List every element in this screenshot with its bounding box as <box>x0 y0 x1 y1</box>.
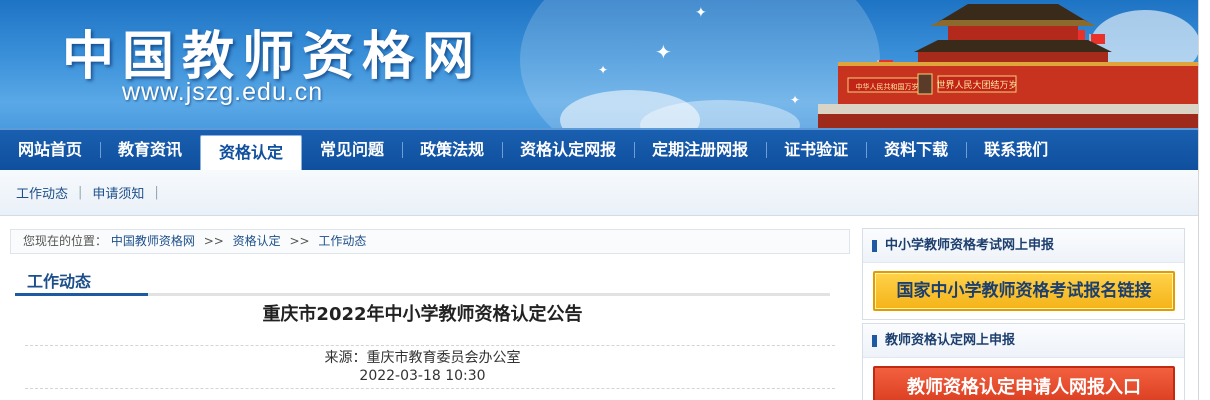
sub-nav: 工作动态 | 申请须知 | <box>0 170 1198 216</box>
sidebar-exam-online-box: 中小学教师资格考试网上申报 国家中小学教师资格考试报名链接 <box>862 228 1185 320</box>
nav-item-downloads[interactable]: 资料下载 <box>866 129 966 171</box>
breadcrumb: 您现在的位置： 中国教师资格网 >> 资格认定 >> 工作动态 <box>10 229 850 254</box>
sidebar-box-heading-text: 教师资格认定网上申报 <box>885 333 1016 348</box>
divider <box>25 388 835 389</box>
section-title: 工作动态 <box>27 272 92 291</box>
article-date: 2022-03-18 10:30 <box>359 368 486 384</box>
nav-item-contact[interactable]: 联系我们 <box>966 129 1066 171</box>
breadcrumb-prefix: 您现在的位置： <box>23 234 108 248</box>
nav-item-policies[interactable]: 政策法规 <box>402 129 502 171</box>
nav-item-home[interactable]: 网站首页 <box>0 129 100 171</box>
star-icon: ✦ <box>598 63 609 77</box>
main-nav: 网站首页 教育资讯 资格认定 常见问题 政策法规 资格认定网报 定期注册网报 证… <box>0 128 1198 171</box>
breadcrumb-separator: >> <box>203 234 224 248</box>
sidebar-box-heading: 教师资格认定网上申报 <box>863 324 1184 358</box>
nav-item-education-news[interactable]: 教育资讯 <box>100 129 200 171</box>
heading-marker-icon <box>872 240 877 252</box>
star-icon: ✦ <box>655 40 672 64</box>
tiananmen-gate-illustration: 世界人民大团结万岁 中华人民共和国万岁 <box>818 4 1198 128</box>
nav-item-certificate-verify[interactable]: 证书验证 <box>766 129 866 171</box>
nav-item-faq[interactable]: 常见问题 <box>302 129 402 171</box>
sidebar-box-heading-text: 中小学教师资格考试网上申报 <box>885 238 1055 253</box>
nav-item-qualification-online[interactable]: 资格认定网报 <box>502 129 634 171</box>
nav-item-qualification[interactable]: 资格认定 <box>200 135 303 171</box>
sidebar-box-heading: 中小学教师资格考试网上申报 <box>863 229 1184 263</box>
nav-item-registration-online[interactable]: 定期注册网报 <box>634 129 766 171</box>
divider <box>25 345 835 346</box>
page-right-edge <box>1198 0 1210 400</box>
breadcrumb-separator: >> <box>289 234 310 248</box>
heading-marker-icon <box>872 335 877 347</box>
breadcrumb-link-home[interactable]: 中国教师资格网 <box>111 234 195 248</box>
svg-text:世界人民大团结万岁: 世界人民大团结万岁 <box>936 79 1017 91</box>
subnav-separator: | <box>154 185 159 200</box>
article-title: 重庆市2022年中小学教师资格认定公告 <box>262 304 583 325</box>
subnav-item-work-news[interactable]: 工作动态 <box>6 183 78 202</box>
qualification-application-entry-button[interactable]: 教师资格认定申请人网报入口 <box>873 366 1175 400</box>
star-icon: ✦ <box>695 5 707 21</box>
svg-text:中华人民共和国万岁: 中华人民共和国万岁 <box>856 82 919 91</box>
section-title-underline <box>15 293 148 296</box>
subnav-item-application-notes[interactable]: 申请须知 <box>82 183 154 202</box>
exam-registration-link-button[interactable]: 国家中小学教师资格考试报名链接 <box>873 271 1175 311</box>
site-banner: 中国教师资格网 www.jszg.edu.cn ✦ ✦ ✦ ✦ 世界人民大团结万… <box>0 0 1198 128</box>
site-url: www.jszg.edu.cn <box>122 78 324 106</box>
article-source: 来源：重庆市教育委员会办公室 <box>324 350 521 366</box>
breadcrumb-link-qualification[interactable]: 资格认定 <box>233 234 281 248</box>
star-icon: ✦ <box>790 93 801 107</box>
sidebar-qualification-online-box: 教师资格认定网上申报 教师资格认定申请人网报入口 <box>862 323 1185 400</box>
section-header: 工作动态 <box>15 262 830 296</box>
breadcrumb-link-work-news[interactable]: 工作动态 <box>318 234 366 248</box>
